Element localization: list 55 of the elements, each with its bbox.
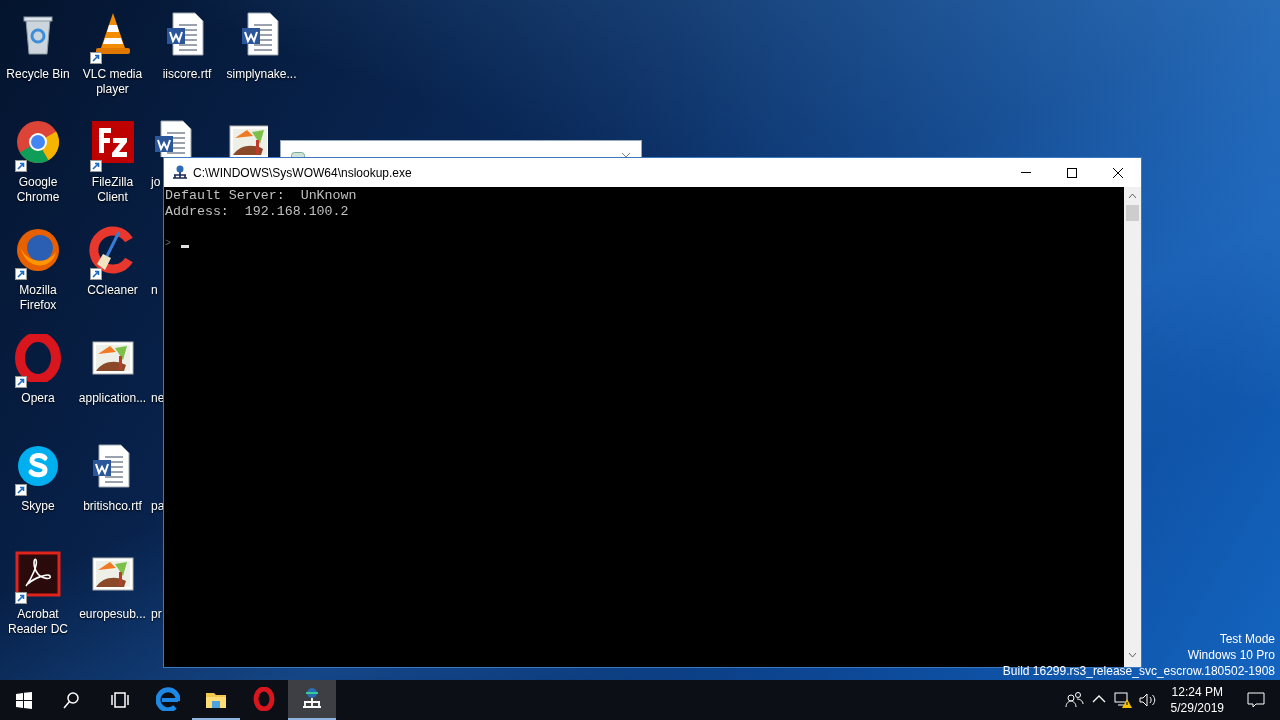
- shortcut-arrow-icon: [89, 160, 102, 172]
- desktop-icon-label[interactable]: britishco.rtf: [83, 499, 142, 514]
- opera-icon: [252, 687, 276, 711]
- search-icon: [62, 690, 82, 710]
- desktop-icon-label[interactable]: application...: [78, 391, 147, 406]
- console-output-line: Default Server: UnKnown: [165, 188, 358, 204]
- desktop-icon-label[interactable]: n: [151, 283, 158, 298]
- edge-icon: [156, 687, 180, 711]
- desktop-icon-label[interactable]: Skype: [21, 499, 55, 514]
- firefox-icon[interactable]: [14, 226, 62, 274]
- text-cursor: [181, 245, 189, 248]
- shortcut-arrow-icon: [89, 268, 102, 280]
- close-icon: [1112, 166, 1124, 179]
- task-view-icon: [110, 690, 130, 710]
- clock-date[interactable]: 5/29/2019: [1170, 700, 1224, 716]
- chrome-icon[interactable]: [14, 118, 62, 166]
- os-watermark-text: Build 16299.rs3_release_svc_escrow.180502-1908: [1002, 663, 1275, 679]
- windows-logo-icon: [14, 690, 34, 710]
- network-globe-icon: [300, 687, 324, 711]
- desktop-icon-label[interactable]: Opera: [21, 391, 55, 406]
- desktop-icon-label[interactable]: Google Chrome: [2, 175, 74, 205]
- maximize-icon: [1066, 166, 1078, 179]
- shortcut-arrow-icon: [15, 484, 27, 496]
- scrollbar[interactable]: [1124, 187, 1141, 667]
- shortcut-arrow-icon: [15, 160, 27, 172]
- desktop-icon-label[interactable]: VLC media player: [76, 67, 149, 97]
- desktop-icon-label[interactable]: pr: [151, 607, 162, 622]
- shortcut-arrow-icon: [15, 376, 27, 388]
- desktop-icon-label[interactable]: iiscore.rtf: [162, 67, 212, 82]
- notification-icon: [1246, 690, 1266, 710]
- shortcut-arrow-icon: [15, 592, 27, 604]
- desktop-icon-label[interactable]: Acrobat Reader DC: [2, 607, 74, 637]
- desktop-icon-label[interactable]: pa: [151, 499, 165, 514]
- desktop-icon-label[interactable]: FileZilla Client: [76, 175, 149, 205]
- clock-time[interactable]: 12:24 PM: [1171, 684, 1223, 700]
- desktop-icon-label[interactable]: Recycle Bin: [6, 67, 70, 82]
- opera-icon[interactable]: [14, 334, 62, 382]
- shortcut-arrow-icon: [15, 268, 27, 280]
- people-icon[interactable]: [1064, 690, 1085, 710]
- taskbar-app-button[interactable]: [288, 680, 336, 720]
- prompt-symbol: >: [165, 237, 172, 251]
- acrobat-icon[interactable]: [14, 550, 62, 598]
- network-warning-icon[interactable]: [1112, 690, 1133, 710]
- window-title: C:\WINDOWS\SysWOW64\nslookup.exe: [193, 165, 413, 180]
- os-watermark-text: Windows 10 Pro: [1187, 647, 1275, 663]
- desktop-icon-label[interactable]: simplynake...: [226, 67, 297, 82]
- desktop-icon-label[interactable]: europesub...: [79, 607, 146, 622]
- os-watermark-text: Test Mode: [1219, 631, 1275, 647]
- shortcut-arrow-icon: [89, 52, 102, 64]
- network-globe-icon: [172, 164, 188, 181]
- desktop-icon-label[interactable]: CCleaner: [87, 283, 138, 298]
- scroll-thumb[interactable]: [1126, 205, 1139, 221]
- desktop-icon-label[interactable]: jo: [151, 175, 161, 190]
- desktop-icon-label[interactable]: Mozilla Firefox: [2, 283, 74, 313]
- console-output-line: Address: 192.168.100.2: [165, 204, 350, 220]
